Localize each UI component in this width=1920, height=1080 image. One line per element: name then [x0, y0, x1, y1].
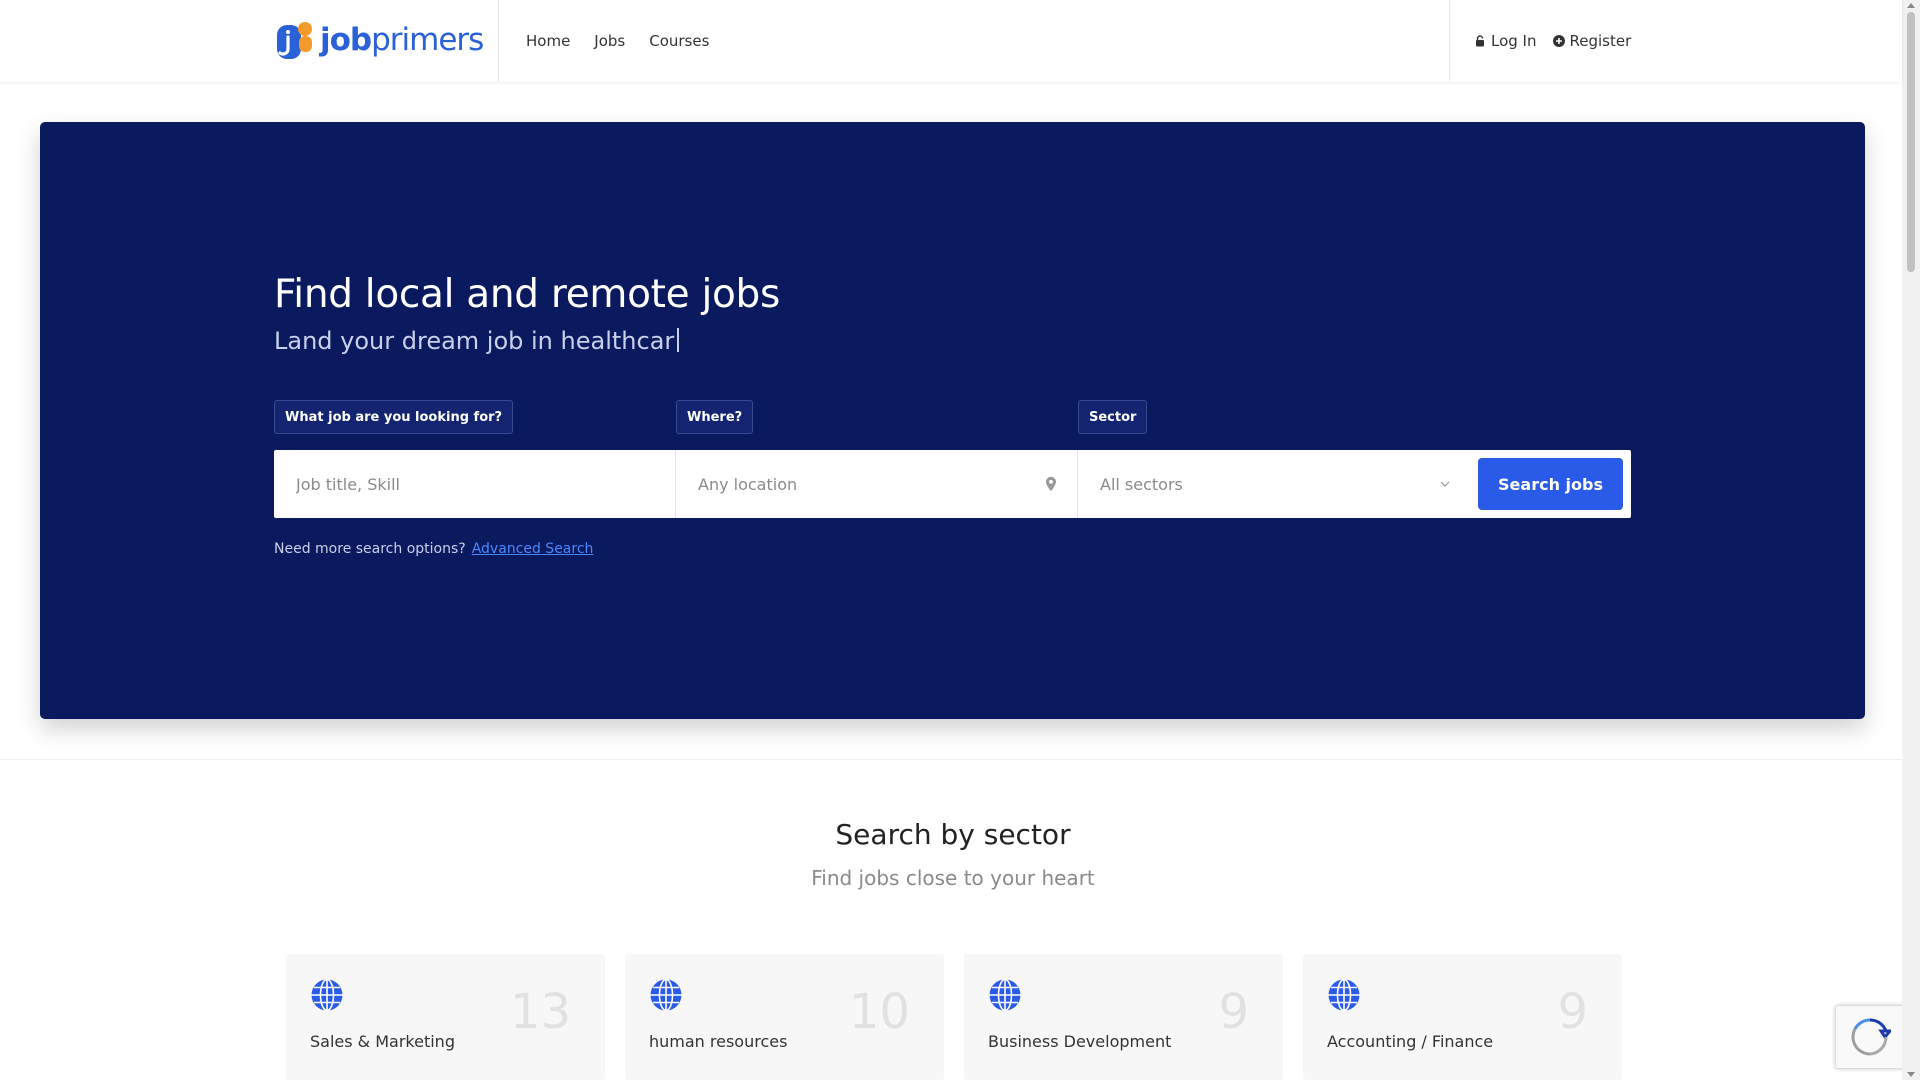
recaptcha-icon: [1851, 1018, 1891, 1056]
hero-subtitle: Land your dream job in healthcar: [274, 327, 680, 355]
sector-job-count: 10: [848, 984, 910, 1040]
register-link[interactable]: Register: [1552, 32, 1632, 50]
job-search-bar: All sectors Search jobs: [274, 450, 1631, 518]
section-divider: [0, 759, 1902, 760]
sector-job-count: 13: [509, 984, 571, 1040]
chevron-down-icon: [1440, 481, 1450, 487]
site-header: jobprimers Home Jobs Courses Log In Regi…: [0, 0, 1902, 82]
header-divider-right: [1449, 0, 1450, 82]
sector-select[interactable]: All sectors: [1078, 450, 1480, 518]
sector-job-count: 9: [1557, 984, 1588, 1040]
job-keyword-input[interactable]: [296, 474, 675, 494]
advanced-search-link[interactable]: Advanced Search: [472, 541, 594, 557]
job-field-label: What job are you looking for?: [274, 400, 514, 434]
login-label: Log In: [1491, 32, 1537, 50]
sector-card-business-development[interactable]: 9 Business Development: [964, 954, 1283, 1080]
scroll-down-arrow[interactable]: [1907, 1072, 1915, 1077]
globe-icon: [311, 978, 343, 1012]
globe-icon: [650, 978, 682, 1012]
nav-home[interactable]: Home: [526, 32, 570, 50]
plus-circle-icon: [1552, 35, 1565, 47]
sector-field-label: Sector: [1078, 400, 1148, 434]
scrollbar-thumb[interactable]: [1907, 12, 1915, 272]
page-scrollbar[interactable]: [1902, 0, 1920, 1080]
search-jobs-button[interactable]: Search jobs: [1478, 458, 1623, 510]
advanced-search-row: Need more search options? Advanced Searc…: [274, 541, 593, 557]
sector-cards: 13 Sales & Marketing 10 human resources: [286, 954, 1624, 1080]
location-input[interactable]: [698, 474, 1077, 494]
map-pin-icon: [1046, 476, 1056, 492]
login-link[interactable]: Log In: [1474, 32, 1537, 50]
scroll-up-arrow[interactable]: [1907, 3, 1915, 8]
register-label: Register: [1569, 32, 1632, 50]
hero-banner: Find local and remote jobs Land your dre…: [40, 122, 1865, 719]
nav-courses[interactable]: Courses: [649, 32, 709, 50]
globe-icon: [1328, 978, 1360, 1012]
sector-section-subtitle: Find jobs close to your heart: [811, 866, 1095, 890]
lock-icon: [1476, 35, 1484, 47]
typing-cursor: [677, 328, 680, 352]
sector-name: human resources: [649, 1032, 788, 1051]
recaptcha-badge[interactable]: [1835, 1005, 1905, 1069]
sector-select-value: All sectors: [1100, 474, 1183, 494]
sector-card-human-resources[interactable]: 10 human resources: [625, 954, 944, 1080]
hero-title: Find local and remote jobs: [274, 272, 781, 317]
job-keyword-field: [274, 450, 676, 518]
main-nav: Home Jobs Courses: [526, 0, 709, 82]
sector-card-sales-marketing[interactable]: 13 Sales & Marketing: [286, 954, 605, 1080]
auth-links: Log In Register: [1474, 0, 1631, 82]
globe-icon: [989, 978, 1021, 1012]
location-field: [676, 450, 1078, 518]
header-divider-left: [498, 0, 499, 82]
site-logo[interactable]: jobprimers: [274, 18, 484, 62]
logo-mark-icon: [277, 22, 312, 59]
sector-card-accounting-finance[interactable]: 9 Accounting / Finance: [1303, 954, 1622, 1080]
sector-name: Sales & Marketing: [310, 1032, 455, 1051]
sector-job-count: 9: [1218, 984, 1249, 1040]
advanced-search-prompt: Need more search options?: [274, 541, 466, 557]
sector-name: Accounting / Finance: [1327, 1032, 1494, 1051]
sector-name: Business Development: [988, 1032, 1172, 1051]
logo-wordmark: jobprimers: [320, 21, 484, 58]
location-field-label: Where?: [676, 400, 754, 434]
sector-section-title: Search by sector: [835, 818, 1071, 851]
nav-jobs[interactable]: Jobs: [594, 32, 625, 50]
